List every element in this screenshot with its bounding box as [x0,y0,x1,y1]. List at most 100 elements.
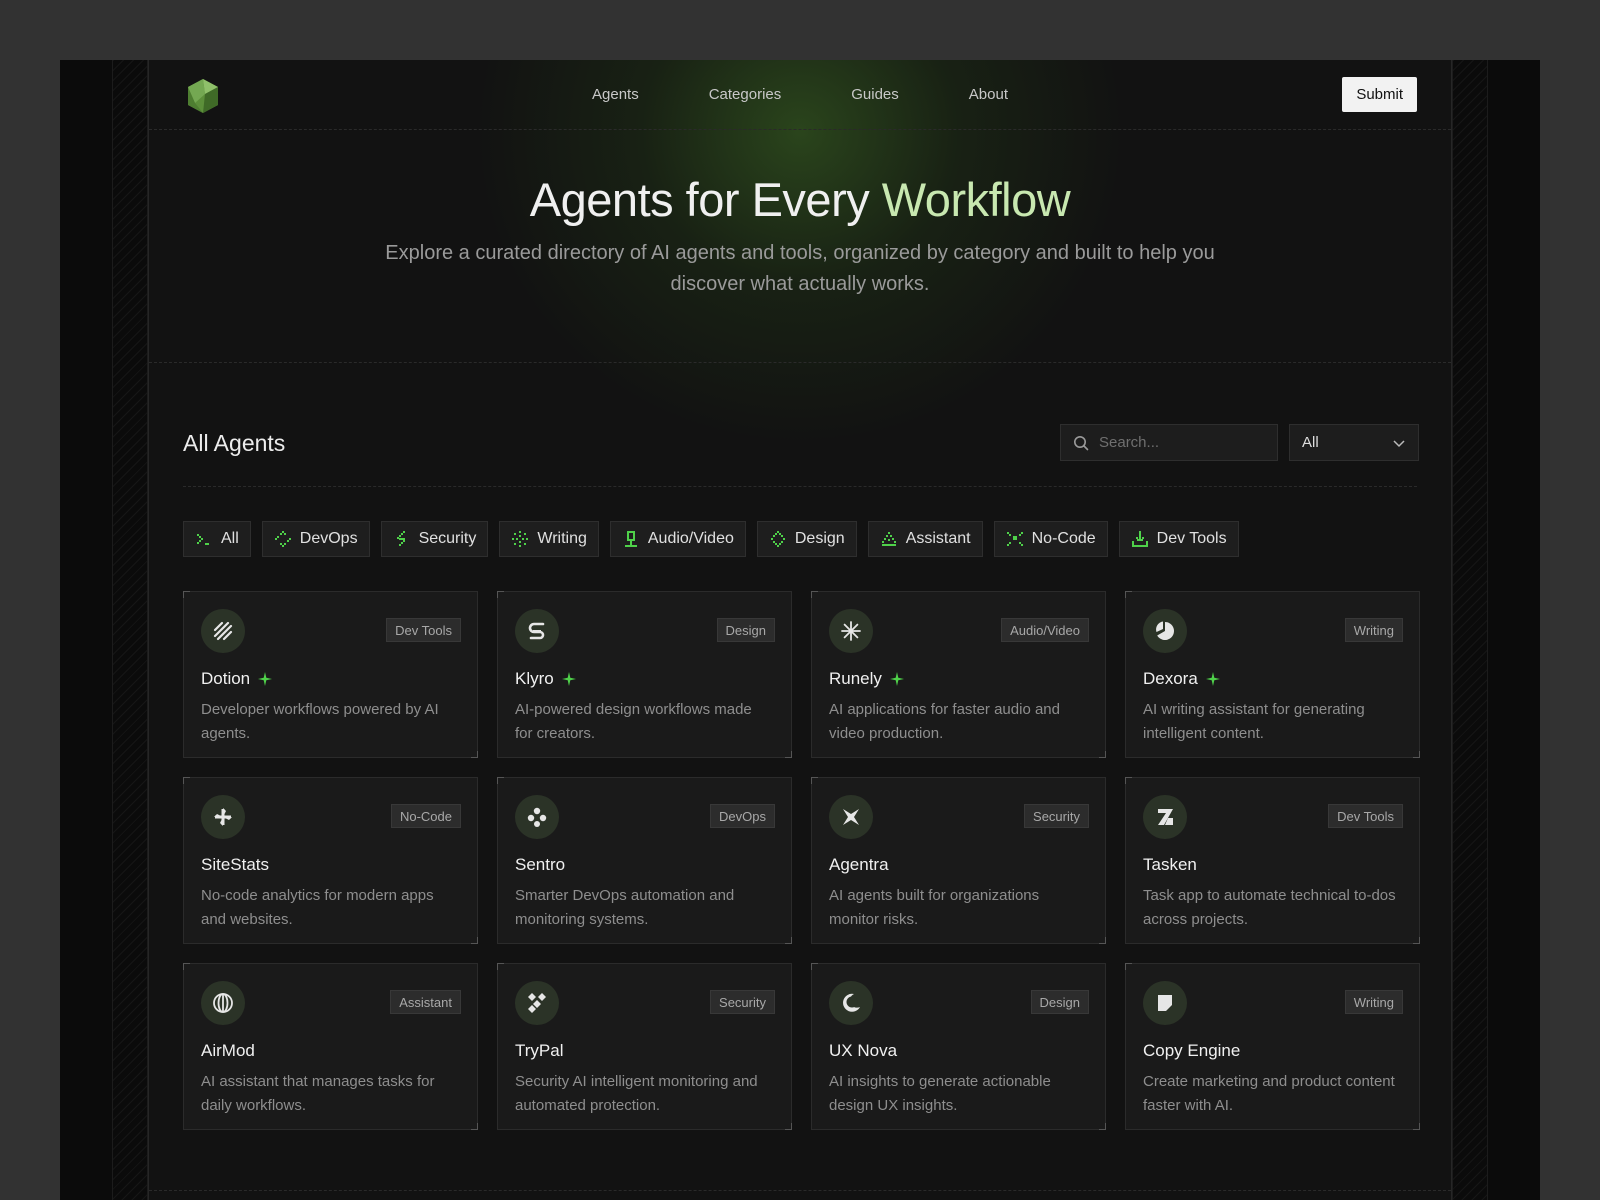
agent-card-airmod[interactable]: Assistant AirMod AI assistant that manag… [183,963,478,1130]
agent-card-runely[interactable]: Audio/Video Runely AI applications for f… [811,591,1106,758]
agent-tag[interactable]: Security [1024,804,1089,828]
stripes-icon [213,621,233,641]
agent-card-agentra[interactable]: Security Agentra AI agents built for org… [811,777,1106,944]
agent-name-row: TryPal [515,1040,775,1062]
category-filters: All DevOps Security Writing Audio/Video … [183,521,1239,557]
agent-tag[interactable]: Writing [1344,990,1403,1014]
filter-audio-video[interactable]: Audio/Video [609,521,746,557]
search-box[interactable] [1060,424,1278,461]
nav-guides[interactable]: Guides [851,86,899,103]
diamonds-icon [528,993,546,1013]
filter-label: All [221,530,239,547]
download-icon [1131,531,1148,547]
right-rail [1452,60,1488,1200]
submit-button[interactable]: Submit [1342,77,1417,112]
agent-name-row: AirMod [201,1040,461,1062]
sparkle-icon [1205,672,1220,686]
agent-description: AI agents built for organizations monito… [829,887,1040,928]
nav-agents[interactable]: Agents [592,86,639,103]
agent-name: Klyro [515,669,554,688]
chevron-down-icon [1393,439,1405,447]
agent-tag[interactable]: Design [1030,990,1089,1014]
agent-description: AI insights to generate actionable desig… [829,1073,1051,1114]
filter-label: DevOps [299,530,358,547]
search-icon [1074,435,1089,450]
nav-categories[interactable]: Categories [709,86,782,103]
agent-tag[interactable]: No-Code [390,804,461,828]
agent-description: AI assistant that manages tasks for dail… [201,1073,435,1114]
agent-card-sentro[interactable]: DevOps Sentro Smarter DevOps automation … [497,777,792,944]
agent-name-row: Tasken [1143,854,1403,876]
category-select[interactable]: All [1289,424,1419,461]
agent-card-klyro[interactable]: Design Klyro AI-powered design workflows… [497,591,792,758]
agent-card-dotion[interactable]: Dev Tools Dotion Developer workflows pow… [183,591,478,758]
pie-icon [1156,621,1174,640]
agent-card-ux-nova[interactable]: Design UX Nova AI insights to generate a… [811,963,1106,1130]
agent-description: AI applications for faster audio and vid… [829,701,1060,742]
arrows-icon [274,531,291,547]
category-select-value: All [1302,434,1319,451]
agent-name-row: Runely [829,668,1089,690]
filter-all[interactable]: All [183,521,251,557]
filter-label: Security [418,530,477,547]
agent-card-trypal[interactable]: Security TryPal Security AI intelligent … [497,963,792,1130]
agent-description: AI writing assistant for generating inte… [1143,701,1365,742]
filter-label: Assistant [905,530,971,547]
agent-tag[interactable]: Design [716,618,775,642]
page-frame: Agents Categories Guides About Submit Ag… [60,60,1540,1200]
filter-devops[interactable]: DevOps [261,521,370,557]
s-curve-icon [528,622,545,640]
agent-name-row: Klyro [515,668,775,690]
filter-design[interactable]: Design [756,521,857,557]
filter-no-code[interactable]: No-Code [993,521,1108,557]
agent-avatar [829,609,873,653]
agent-name-row: Sentro [515,854,775,876]
agent-tag[interactable]: Dev Tools [386,618,461,642]
agent-tag[interactable]: Assistant [390,990,461,1014]
agent-name: UX Nova [829,1041,898,1060]
filter-writing[interactable]: Writing [499,521,599,557]
nodes-icon [527,807,547,827]
agent-card-dexora[interactable]: Writing Dexora AI writing assistant for … [1125,591,1420,758]
agent-name: Copy Engine [1143,1041,1241,1060]
agent-description: Create marketing and product content fas… [1143,1073,1395,1114]
agent-name: Runely [829,669,882,688]
agent-description: AI-powered design workflows made for cre… [515,701,752,742]
agent-name-row: Agentra [829,854,1089,876]
sparkle-icon [512,531,529,547]
agent-card-tasken[interactable]: Dev Tools Tasken Task app to automate te… [1125,777,1420,944]
agent-tag[interactable]: Audio/Video [1001,618,1089,642]
agent-card-copy-engine[interactable]: Writing Copy Engine Create marketing and… [1125,963,1420,1130]
agent-name: TryPal [515,1041,564,1060]
nav-about[interactable]: About [969,86,1008,103]
agent-name: Dotion [201,669,251,688]
agent-description: Developer workflows powered by AI agents… [201,701,439,742]
filter-security[interactable]: Security [380,521,489,557]
terminal-icon [197,534,209,545]
filter-assistant[interactable]: Assistant [867,521,983,557]
asterisk-icon [841,621,861,641]
agent-name-row: UX Nova [829,1040,1089,1062]
filter-label: Writing [537,530,587,547]
agent-name-row: Copy Engine [1143,1040,1403,1062]
agent-name-row: SiteStats [201,854,461,876]
agent-tag[interactable]: DevOps [710,804,775,828]
filter-label: No-Code [1031,530,1096,547]
hero-subtitle: Explore a curated directory of AI agents… [385,242,1215,295]
search-input[interactable] [1099,434,1259,451]
left-rail [112,60,148,1200]
agent-name: Dexora [1143,669,1198,688]
agent-name: AirMod [201,1041,255,1060]
sparkle-icon [258,672,273,686]
header-divider [149,129,1451,130]
agent-tag[interactable]: Dev Tools [1328,804,1403,828]
cross-icon [1006,532,1023,546]
agent-tag[interactable]: Writing [1344,618,1403,642]
filter-dev-tools[interactable]: Dev Tools [1118,521,1239,557]
agent-name-row: Dexora [1143,668,1403,690]
section-title: All Agents [183,430,286,456]
agent-description: No-code analytics for modern apps and we… [201,887,434,928]
agent-description: Smarter DevOps automation and monitoring… [515,887,735,928]
agent-card-sitestats[interactable]: No-Code SiteStats No-code analytics for … [183,777,478,944]
agent-tag[interactable]: Security [710,990,775,1014]
